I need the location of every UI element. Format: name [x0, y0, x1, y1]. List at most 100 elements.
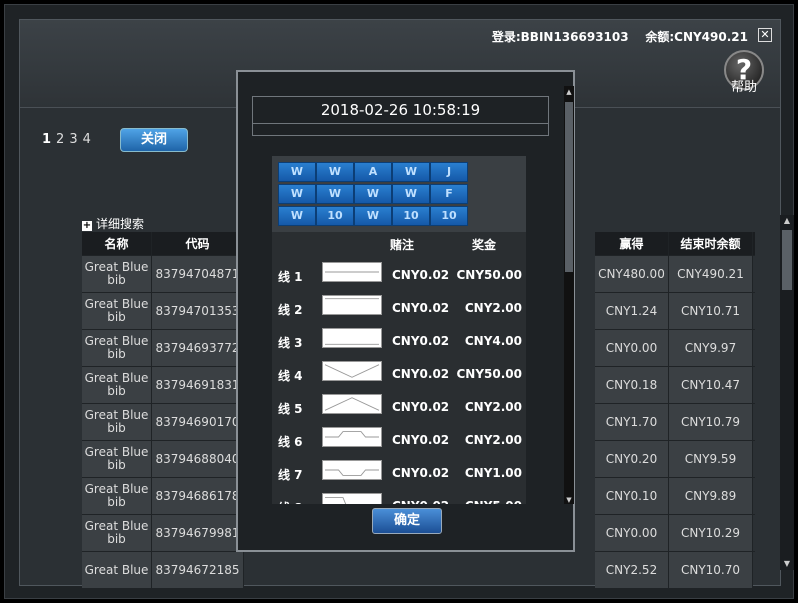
table-row[interactable]: CNY0.18 CNY10.47 — [595, 367, 755, 404]
login-value: BBIN136693103 — [520, 30, 629, 44]
row-code: 83794688040 — [152, 441, 244, 477]
table-header-row: 赢得 结束时余额 — [595, 232, 755, 256]
payline-row: 线 1 CNY0.02 CNY50.00 — [272, 262, 526, 290]
payline-prize: CNY50.00 — [456, 268, 523, 282]
table-row[interactable]: CNY0.10 CNY9.89 — [595, 478, 755, 515]
row-name: Great Blue bib — [82, 441, 152, 477]
reel-symbol: W — [316, 184, 354, 204]
page-link[interactable]: 2 — [56, 132, 64, 147]
payline-pattern-icon — [322, 328, 382, 348]
table-row[interactable]: CNY1.70 CNY10.79 — [595, 404, 755, 441]
help-button[interactable]: ? 帮助 — [722, 50, 766, 109]
row-code: 83794693772 — [152, 330, 244, 366]
close-button[interactable]: 关闭 — [120, 128, 188, 152]
table-row[interactable]: CNY0.00 CNY9.97 — [595, 330, 755, 367]
reel-symbol: W — [354, 184, 392, 204]
paytable-prize-header: 奖金 — [472, 238, 497, 252]
row-win: CNY2.52 — [595, 552, 669, 588]
reel-row: WWWWF — [278, 184, 468, 204]
page-link[interactable]: 1 — [42, 132, 51, 147]
row-code: 83794672185 — [152, 552, 244, 588]
reel-symbol: 10 — [430, 206, 468, 226]
table-row[interactable]: Great Blue bib 83794679981 — [82, 515, 252, 552]
pagination: 1234 — [42, 132, 96, 147]
table-row[interactable]: CNY1.24 CNY10.71 — [595, 293, 755, 330]
row-win: CNY0.18 — [595, 367, 669, 403]
table-row[interactable]: CNY2.52 CNY10.70 — [595, 552, 755, 589]
table-row[interactable]: CNY480.00 CNY490.21 — [595, 256, 755, 293]
reel-symbol: W — [392, 162, 430, 182]
payline-name: 线 3 — [278, 336, 303, 350]
ok-button[interactable]: 确定 — [372, 508, 442, 534]
dialog-scrollbar[interactable]: ▲ ▼ — [564, 86, 574, 504]
payline-pattern-icon — [322, 394, 382, 414]
header-end-balance: 结束时余额 — [669, 232, 753, 255]
plus-icon: + — [82, 220, 92, 231]
table-row[interactable]: Great Blue bib 83794686178 — [82, 478, 252, 515]
table-row[interactable]: Great Blue 83794672185 — [82, 552, 252, 589]
table-row[interactable]: Great Blue bib 83794688040 — [82, 441, 252, 478]
row-end-balance: CNY10.79 — [669, 404, 753, 440]
row-end-balance: CNY9.97 — [669, 330, 753, 366]
reel-row: WWAWJ — [278, 162, 468, 182]
page-link[interactable]: 4 — [83, 132, 91, 147]
balance-value: CNY490.21 — [674, 30, 748, 44]
payline-prize: CNY50.00 — [456, 367, 523, 381]
page-link[interactable]: 3 — [69, 132, 77, 147]
payline-name: 线 2 — [278, 303, 303, 317]
payline-name: 线 5 — [278, 402, 303, 416]
scroll-down-icon[interactable]: ▼ — [564, 496, 574, 504]
table-row[interactable]: CNY0.00 CNY10.29 — [595, 515, 755, 552]
close-icon[interactable]: ✕ — [758, 28, 772, 42]
row-win: CNY0.00 — [595, 515, 669, 551]
table-header-row: 名称 代码 — [82, 232, 252, 256]
row-code: 83794690170 — [152, 404, 244, 440]
row-code: 83794686178 — [152, 478, 244, 514]
table-row[interactable]: CNY0.20 CNY9.59 — [595, 441, 755, 478]
payline-prize: CNY1.00 — [464, 466, 522, 480]
reel-symbol: A — [354, 162, 392, 182]
payline-pattern-icon — [322, 295, 382, 315]
round-timestamp: 2018-02-26 10:58:19 — [252, 96, 549, 124]
table-row[interactable]: Great Blue bib 83794691831 — [82, 367, 252, 404]
round-detail-dialog: 2018-02-26 10:58:19 W W A W J W W W W F W 10 W 10 10 赌… — [236, 70, 575, 552]
row-end-balance: CNY9.59 — [669, 441, 753, 477]
row-code: 83794704871 — [152, 256, 244, 292]
advanced-search-label: 详细搜索 — [96, 217, 145, 231]
payline-prize: CNY4.00 — [464, 334, 522, 348]
payline-pattern-icon — [322, 460, 382, 480]
payline-pattern-icon — [322, 427, 382, 447]
table-row[interactable]: Great Blue bib 83794704871 — [82, 256, 252, 293]
payline-prize: CNY2.00 — [464, 400, 522, 414]
payline-bet: CNY0.02 — [392, 301, 450, 315]
page-scrollbar[interactable]: ▲ ▼ — [780, 215, 794, 570]
row-name: Great Blue bib — [82, 404, 152, 440]
payline-row: 线 6 CNY0.02 CNY2.00 — [272, 427, 526, 455]
paytable-bet-header: 赌注 — [390, 238, 415, 252]
table-row[interactable]: Great Blue bib 83794690170 — [82, 404, 252, 441]
row-end-balance: CNY10.70 — [669, 552, 753, 588]
row-win: CNY0.00 — [595, 330, 669, 366]
records-table-left: 名称 代码 Great Blue bib 83794704871 Great Blu… — [82, 232, 252, 589]
row-code: 83794701353 — [152, 293, 244, 329]
reel-symbol: W — [278, 184, 316, 204]
paytable-header: 赌注 奖金 — [272, 236, 526, 256]
table-row[interactable]: Great Blue bib 83794693772 — [82, 330, 252, 367]
table-row[interactable]: Great Blue bib 83794701353 — [82, 293, 252, 330]
reel-symbol: 10 — [392, 206, 430, 226]
payline-bet: CNY0.02 — [392, 400, 450, 414]
account-info: 登录:BBIN136693103 余额:CNY490.21 — [492, 28, 748, 45]
scroll-down-icon[interactable]: ▼ — [780, 558, 794, 570]
row-name: Great Blue — [82, 552, 152, 588]
title-divider — [252, 124, 549, 136]
scroll-thumb[interactable] — [782, 230, 792, 290]
scroll-up-icon[interactable]: ▲ — [780, 215, 794, 227]
scroll-up-icon[interactable]: ▲ — [564, 88, 574, 96]
payline-row: 线 3 CNY0.02 CNY4.00 — [272, 328, 526, 356]
payline-prize: CNY2.00 — [464, 433, 522, 447]
row-name: Great Blue bib — [82, 478, 152, 514]
balance-label: 余额: — [645, 30, 675, 44]
advanced-search-toggle[interactable]: + 详细搜索 — [82, 215, 144, 232]
reel-symbol: W — [278, 206, 316, 226]
scroll-thumb[interactable] — [565, 102, 573, 272]
